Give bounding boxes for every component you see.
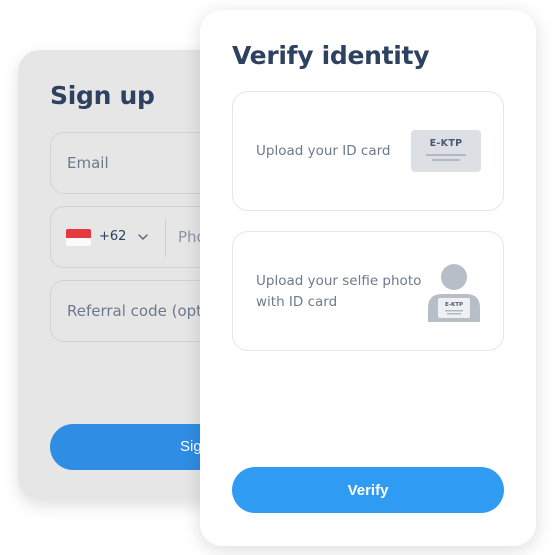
signup-button-label: Sig (180, 438, 202, 455)
chevron-down-icon[interactable] (137, 231, 149, 243)
country-code[interactable]: +62 (99, 229, 126, 244)
email-placeholder: Email (67, 154, 109, 172)
referral-placeholder: Referral code (opti (67, 302, 207, 320)
phone-divider (165, 219, 166, 257)
verify-title: Verify identity (232, 41, 430, 70)
upload-id-card-box[interactable]: Upload your ID card E-KTP (232, 91, 504, 211)
id-card-icon: E-KTP (411, 130, 481, 172)
selfie-card-text: E-KTP (445, 302, 463, 308)
selfie-with-id-icon: E-KTP (428, 264, 480, 322)
upload-selfie-label: Upload your selfie photo with ID card (256, 273, 422, 310)
indonesia-flag-icon (66, 229, 91, 246)
upload-id-label: Upload your ID card (256, 143, 391, 159)
upload-selfie-box[interactable]: Upload your selfie photo with ID card E-… (232, 231, 504, 351)
id-card-text: E-KTP (429, 138, 463, 149)
signup-title: Sign up (50, 81, 155, 110)
verify-identity-card: Verify identity Upload your ID card E-KT… (200, 10, 536, 546)
verify-button[interactable]: Verify (232, 467, 504, 513)
